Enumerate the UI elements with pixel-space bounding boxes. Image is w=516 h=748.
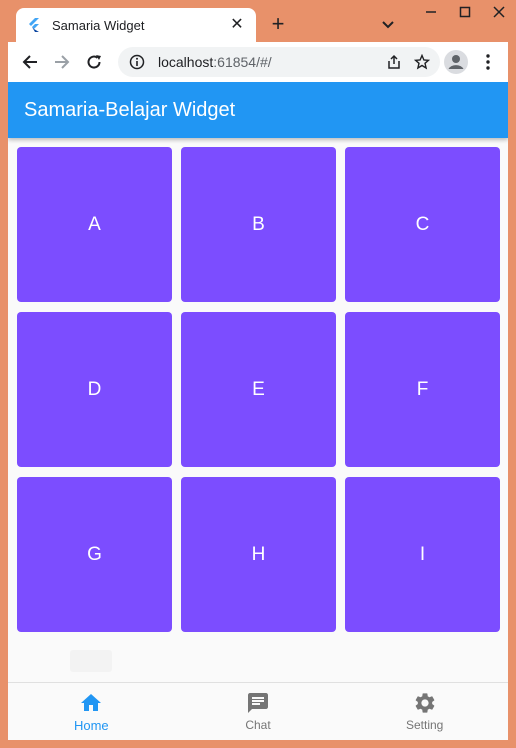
close-tab-icon[interactable]: ✕ [228,17,246,33]
browser-toolbar: localhost:61854/#/ [8,42,508,82]
app-bar: Samaria-Belajar Widget [8,82,508,138]
nav-item-setting[interactable]: Setting [341,683,508,740]
app-title: Samaria-Belajar Widget [24,98,236,121]
browser-tab[interactable]: Samaria Widget ✕ [16,8,256,42]
maximize-icon[interactable] [448,0,482,24]
tile-f[interactable]: F [345,312,500,467]
tile-g[interactable]: G [17,477,172,632]
minimize-icon[interactable] [414,0,448,24]
home-icon [81,693,102,711]
tile-i[interactable]: I [345,477,500,632]
tab-title: Samaria Widget [52,17,145,33]
window-close-icon[interactable] [482,0,516,24]
nav-label-chat: Chat [245,718,271,732]
profile-avatar-icon[interactable] [442,48,470,76]
more-vert-icon[interactable] [476,48,500,76]
new-tab-button[interactable]: + [268,13,288,35]
star-icon[interactable] [408,48,436,76]
info-icon[interactable] [128,53,146,71]
tile-grid: A B C D E F G H I [17,147,500,632]
url-text: localhost:61854/#/ [158,54,380,70]
tile-e[interactable]: E [181,312,336,467]
url-path: :61854/#/ [213,54,272,70]
browser-tab-strip: Samaria Widget ✕ + [0,0,516,42]
reload-icon[interactable] [78,46,110,78]
back-arrow-icon[interactable] [14,46,46,78]
tile-c[interactable]: C [345,147,500,302]
share-icon[interactable] [380,48,408,76]
flutter-icon [26,17,42,33]
chevron-down-icon[interactable] [378,14,398,34]
nav-item-home[interactable]: Home [8,683,175,740]
nav-item-chat[interactable]: Chat [175,683,342,740]
window-frame-bottom [0,740,516,748]
faint-placeholder [70,650,112,672]
address-bar[interactable]: localhost:61854/#/ [118,47,440,77]
nav-label-home: Home [73,717,109,733]
nav-label-setting: Setting [406,718,444,732]
url-host: localhost [158,54,214,70]
tile-b[interactable]: B [181,147,336,302]
tile-d[interactable]: D [17,312,172,467]
bottom-navigation: Home Chat Setting [8,682,508,740]
app-viewport: Samaria-Belajar Widget A B C D E F G H I… [8,82,508,740]
gear-icon [415,693,435,713]
tile-h[interactable]: H [181,477,336,632]
chat-icon [248,693,268,713]
forward-arrow-icon[interactable] [46,46,78,78]
tile-a[interactable]: A [17,147,172,302]
